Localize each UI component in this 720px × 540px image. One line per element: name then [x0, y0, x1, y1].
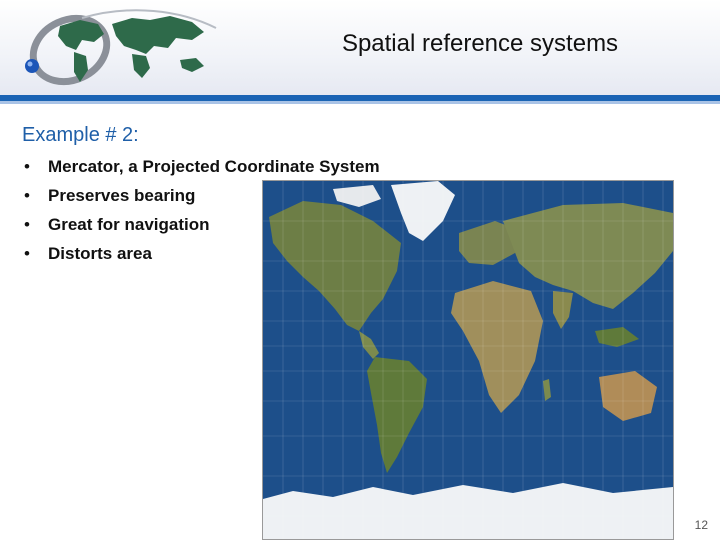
globe-world-map-logo — [25, 9, 217, 86]
slide-header: Spatial reference systems — [0, 0, 720, 95]
mercator-world-map — [262, 180, 674, 540]
header-accent-bar-light — [0, 101, 720, 104]
slide-subtitle: Example # 2: — [22, 124, 139, 146]
slide-title: Spatial reference systems — [341, 30, 619, 57]
page-number: 12 — [694, 518, 708, 532]
